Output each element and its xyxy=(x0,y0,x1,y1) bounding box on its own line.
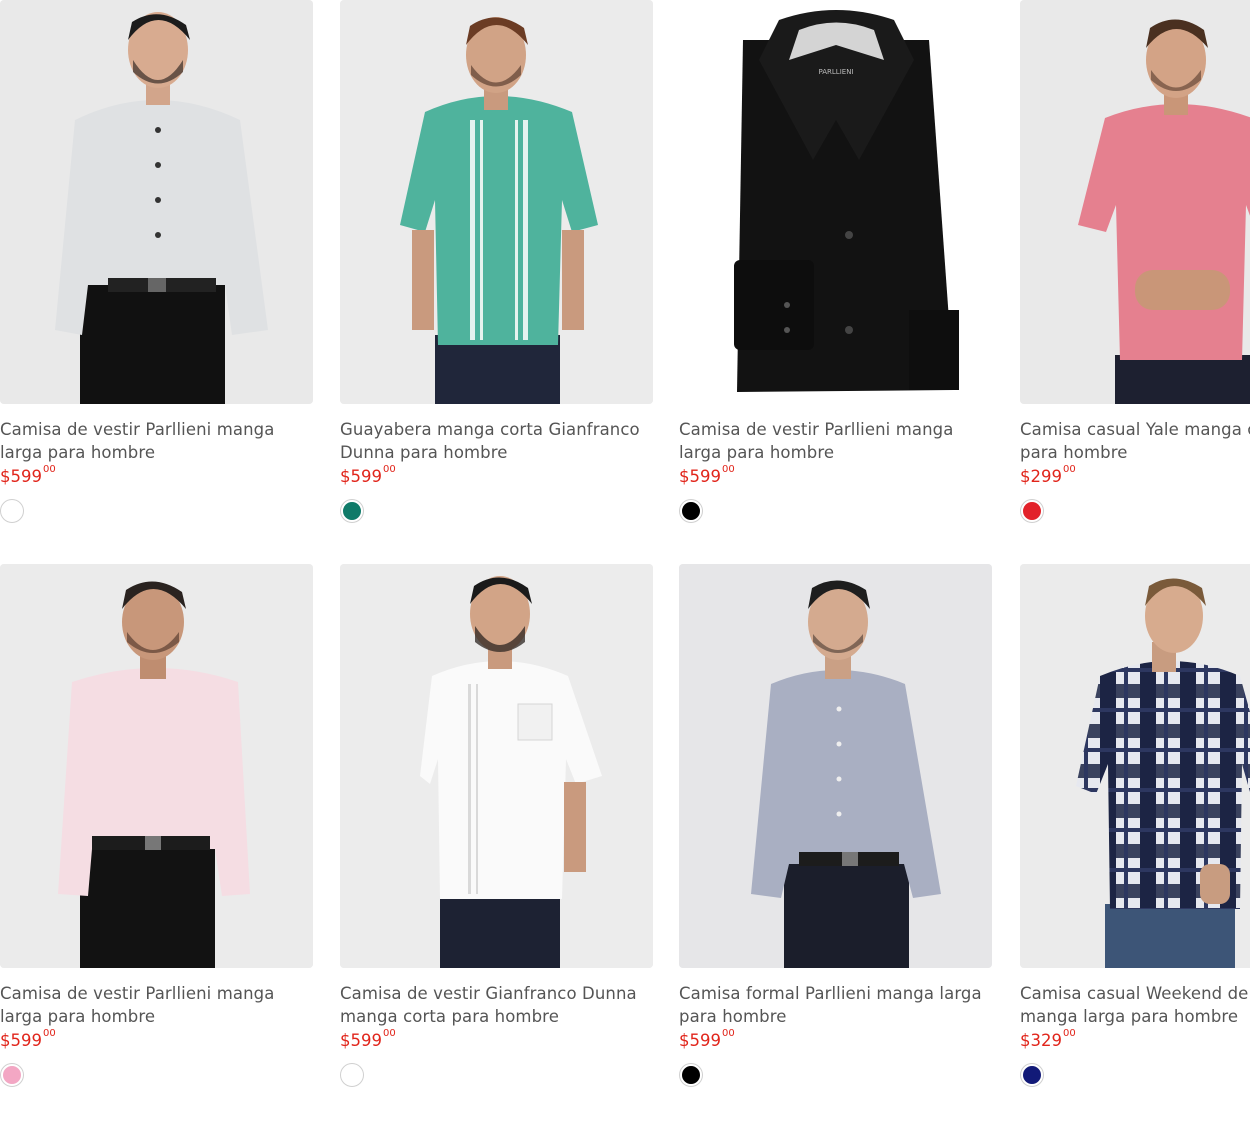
product-price: $59900 xyxy=(679,1028,992,1052)
product-title[interactable]: Camisa de vestir Parllieni manga larga p… xyxy=(679,418,989,464)
product-price: $59900 xyxy=(0,1028,313,1052)
product-title[interactable]: Camisa de vestir Gianfranco Dunna manga … xyxy=(340,982,650,1028)
price-cents: 00 xyxy=(1063,464,1076,475)
price-cents: 00 xyxy=(43,464,56,475)
price-cents: 00 xyxy=(383,464,396,475)
product-price: $29900 xyxy=(1020,464,1250,488)
product-image[interactable] xyxy=(340,564,653,968)
product-card[interactable]: Camisa casual Weekend de algodón manga l… xyxy=(1020,564,1250,1104)
color-swatch[interactable] xyxy=(1021,1064,1043,1086)
product-title[interactable]: Camisa casual Weekend de algodón manga l… xyxy=(1020,982,1250,1028)
product-card[interactable]: PARLLIENI Camisa de vestir Parllieni man… xyxy=(679,0,992,540)
product-card[interactable]: Camisa de vestir Parllieni manga larga p… xyxy=(0,0,313,540)
product-price: $59900 xyxy=(679,464,992,488)
price-cents: 00 xyxy=(722,464,735,475)
price-cents: 00 xyxy=(1063,1028,1076,1039)
product-image[interactable] xyxy=(340,0,653,404)
price-amount: $599 xyxy=(679,1031,721,1050)
product-image[interactable] xyxy=(679,564,992,968)
color-swatch[interactable] xyxy=(680,1064,702,1086)
product-price: $59900 xyxy=(0,464,313,488)
price-amount: $599 xyxy=(0,1031,42,1050)
color-swatch[interactable] xyxy=(680,500,702,522)
price-cents: 00 xyxy=(43,1028,56,1039)
product-price: $32900 xyxy=(1020,1028,1250,1052)
product-title[interactable]: Camisa formal Parllieni manga larga para… xyxy=(679,982,989,1028)
product-title[interactable]: Guayabera manga corta Gianfranco Dunna p… xyxy=(340,418,650,464)
product-image[interactable]: PARLLIENI xyxy=(679,0,992,404)
price-amount: $599 xyxy=(0,467,42,486)
product-card[interactable]: Camisa formal Parllieni manga larga para… xyxy=(679,564,992,1104)
product-card[interactable]: Camisa de vestir Parllieni manga larga p… xyxy=(0,564,313,1104)
price-amount: $599 xyxy=(340,467,382,486)
product-title[interactable]: Camisa de vestir Parllieni manga larga p… xyxy=(0,418,310,464)
shirt-label-text: PARLLIENI xyxy=(818,68,853,76)
product-image[interactable] xyxy=(1020,0,1250,404)
price-cents: 00 xyxy=(383,1028,396,1039)
color-swatch[interactable] xyxy=(341,1064,363,1086)
price-amount: $329 xyxy=(1020,1031,1062,1050)
price-cents: 00 xyxy=(722,1028,735,1039)
product-image[interactable] xyxy=(1020,564,1250,968)
color-swatch[interactable] xyxy=(341,500,363,522)
price-amount: $599 xyxy=(340,1031,382,1050)
product-card[interactable]: Camisa de vestir Gianfranco Dunna manga … xyxy=(340,564,653,1104)
product-title[interactable]: Camisa casual Yale manga corta para homb… xyxy=(1020,418,1250,464)
color-swatch[interactable] xyxy=(1,1064,23,1086)
color-swatch[interactable] xyxy=(1,500,23,522)
product-price: $59900 xyxy=(340,1028,653,1052)
price-amount: $599 xyxy=(679,467,721,486)
product-price: $59900 xyxy=(340,464,653,488)
product-image[interactable] xyxy=(0,0,313,404)
price-amount: $299 xyxy=(1020,467,1062,486)
product-image[interactable] xyxy=(0,564,313,968)
product-grid: Camisa de vestir Parllieni manga larga p… xyxy=(0,0,1250,1128)
product-title[interactable]: Camisa de vestir Parllieni manga larga p… xyxy=(0,982,310,1028)
product-card[interactable]: Guayabera manga corta Gianfranco Dunna p… xyxy=(340,0,653,540)
product-card[interactable]: Camisa casual Yale manga corta para homb… xyxy=(1020,0,1250,540)
color-swatch[interactable] xyxy=(1021,500,1043,522)
